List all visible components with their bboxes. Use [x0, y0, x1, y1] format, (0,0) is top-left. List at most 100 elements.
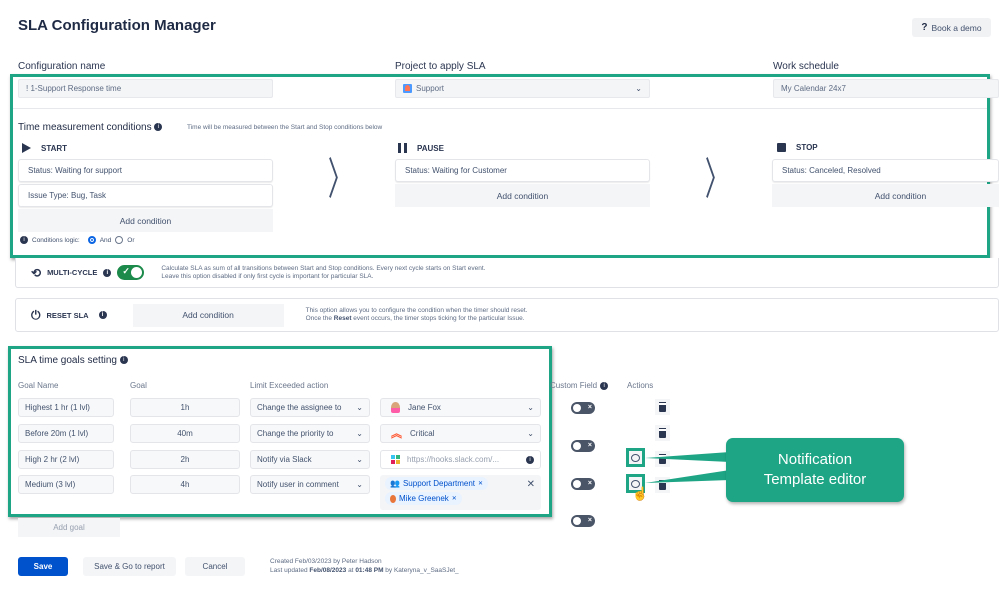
start-label: START [41, 143, 68, 153]
book-demo-label: Book a demo [931, 22, 982, 33]
action-value: Change the priority to [257, 429, 334, 438]
custom-field-toggle[interactable]: × [571, 402, 595, 414]
group-icon: 👥 [390, 479, 400, 488]
stop-condition-item[interactable]: Status: Canceled, Resolved [772, 159, 999, 182]
start-add-condition-button[interactable]: Add condition [18, 209, 273, 232]
stop-add-condition-button[interactable]: Add condition [772, 184, 999, 207]
trash-icon [659, 402, 666, 412]
goal-input[interactable]: 40m [130, 424, 240, 443]
audit-info: Created Feb/03/2023 by Peter Hadson Last… [270, 557, 459, 575]
remove-tag-icon[interactable]: ✕ [478, 480, 483, 487]
action-select[interactable]: Change the assignee to ⌄ [250, 398, 370, 417]
info-icon[interactable]: i [103, 268, 112, 277]
book-demo-button[interactable]: ? Book a demo [912, 18, 991, 37]
info-icon[interactable]: i [154, 123, 163, 132]
goal-name-input[interactable]: High 2 hr (2 lvl) [18, 450, 114, 469]
info-icon[interactable]: i [526, 455, 534, 464]
reset-desc-2-bold: Reset [333, 315, 352, 322]
callout-line-2: Template editor [763, 471, 867, 488]
updated-mid: at [346, 567, 356, 574]
conditions-logic: i Conditions logic: And Or [20, 236, 135, 244]
question-icon: ? [921, 22, 928, 33]
pause-header: PAUSE [398, 143, 444, 153]
add-goal-button[interactable]: Add goal [18, 518, 120, 537]
reset-desc-2: Once the Reset event occurs, the timer s… [306, 315, 528, 323]
slack-webhook-input[interactable]: https://hooks.slack.com/... i [380, 450, 541, 469]
slack-webhook-value: https://hooks.slack.com/... [407, 455, 500, 464]
updated-pre: Last updated [270, 567, 310, 574]
info-icon[interactable]: i [98, 311, 107, 319]
start-condition-item[interactable]: Issue Type: Bug, Task [18, 184, 273, 207]
created-info: Created Feb/03/2023 by Peter Hadson [270, 558, 382, 565]
power-icon: ⏻ [31, 307, 41, 322]
goals-title-text: SLA time goals setting [18, 355, 117, 366]
goal-name-input[interactable]: Before 20m (1 lvl) [18, 424, 114, 443]
multi-cycle-row: ⟲ MULTI-CYCLE i ✓ Calculate SLA as sum o… [15, 258, 999, 288]
clear-all-icon[interactable]: ✕ [527, 479, 535, 490]
recipients-multiselect[interactable]: 👥 Support Department ✕ Mike Greenek ✕ ✕ [380, 475, 541, 510]
save-button[interactable]: Save [18, 557, 68, 576]
action-select[interactable]: Notify via Slack ⌄ [250, 450, 370, 469]
priority-select[interactable]: ︽ Critical ⌄ [380, 424, 541, 443]
stop-header: STOP [777, 143, 818, 152]
delete-goal-button[interactable] [655, 425, 670, 441]
project-select[interactable]: Support ⌄ [395, 79, 650, 98]
custom-field-toggle[interactable]: × [571, 478, 595, 490]
notification-template-button[interactable] [626, 448, 645, 467]
custom-field-toggle[interactable]: × [571, 515, 595, 527]
start-condition-item[interactable]: Status: Waiting for support [18, 159, 273, 182]
configuration-name-input[interactable]: ! 1-Support Response time [18, 79, 273, 98]
add-condition-label: Add condition [874, 190, 927, 201]
pause-label: PAUSE [417, 143, 444, 153]
goal-input[interactable]: 2h [130, 450, 240, 469]
assignee-select[interactable]: Jane Fox ⌄ [380, 398, 541, 417]
project-avatar-icon [403, 84, 412, 93]
custom-field-header-text: Custom Field [550, 381, 598, 390]
info-icon[interactable]: i [119, 356, 128, 365]
chevron-down-icon: ⌄ [356, 403, 363, 412]
x-icon: × [587, 480, 592, 487]
goal-name-input[interactable]: Highest 1 hr (1 lvl) [18, 398, 114, 417]
chat-bubble-icon [631, 453, 640, 462]
multi-cycle-desc-1: Calculate SLA as sum of all transitions … [161, 264, 486, 272]
action-value: Change the assignee to [257, 403, 342, 412]
logic-or-radio[interactable] [115, 236, 124, 244]
action-header: Limit Exceeded action [250, 381, 329, 390]
info-icon[interactable]: i [20, 236, 28, 244]
logic-or-label: Or [127, 236, 135, 244]
custom-field-toggle[interactable]: × [571, 440, 595, 452]
trash-icon [659, 428, 666, 438]
recipient-tag-label: Mike Greenek [399, 494, 449, 503]
condition-text: Status: Waiting for Customer [405, 166, 507, 175]
reset-add-condition-button[interactable]: Add condition [132, 303, 284, 327]
multi-cycle-description: Calculate SLA as sum of all transitions … [161, 265, 485, 281]
save-go-report-button[interactable]: Save & Go to report [83, 557, 176, 576]
info-icon[interactable]: i [600, 381, 609, 390]
pause-add-condition-button[interactable]: Add condition [395, 184, 650, 207]
start-header: START [22, 143, 67, 153]
work-schedule-select[interactable]: My Calendar 24x7 [773, 79, 999, 98]
logic-and-radio[interactable] [87, 236, 96, 244]
goal-name-input[interactable]: Medium (3 lvl) [18, 475, 114, 494]
project-label: Project to apply SLA [395, 61, 486, 72]
recipient-tag: 👥 Support Department ✕ [385, 477, 489, 490]
project-value: Support [416, 84, 445, 93]
delete-goal-button[interactable] [655, 399, 670, 415]
remove-tag-icon[interactable]: ✕ [452, 495, 457, 502]
multi-cycle-toggle[interactable]: ✓ [117, 265, 145, 280]
cancel-button[interactable]: Cancel [185, 557, 245, 576]
x-icon: × [587, 404, 592, 411]
action-select[interactable]: Notify user in comment ⌄ [250, 475, 370, 494]
conditions-logic-label: Conditions logic: [32, 236, 80, 244]
time-measurement-title: Time measurement conditions i [18, 122, 163, 133]
goals-title: SLA time goals setting i [18, 355, 128, 366]
check-icon: ✓ [122, 266, 130, 276]
goal-input[interactable]: 4h [130, 475, 240, 494]
reset-desc-1: This option allows you to configure the … [305, 307, 528, 314]
pause-condition-item[interactable]: Status: Waiting for Customer [395, 159, 650, 182]
chevron-down-icon: ⌄ [527, 429, 534, 438]
condition-text: Status: Canceled, Resolved [782, 166, 881, 175]
action-select[interactable]: Change the priority to ⌄ [250, 424, 370, 443]
goal-input[interactable]: 1h [130, 398, 240, 417]
recipient-tag-label: Support Department [402, 479, 476, 488]
